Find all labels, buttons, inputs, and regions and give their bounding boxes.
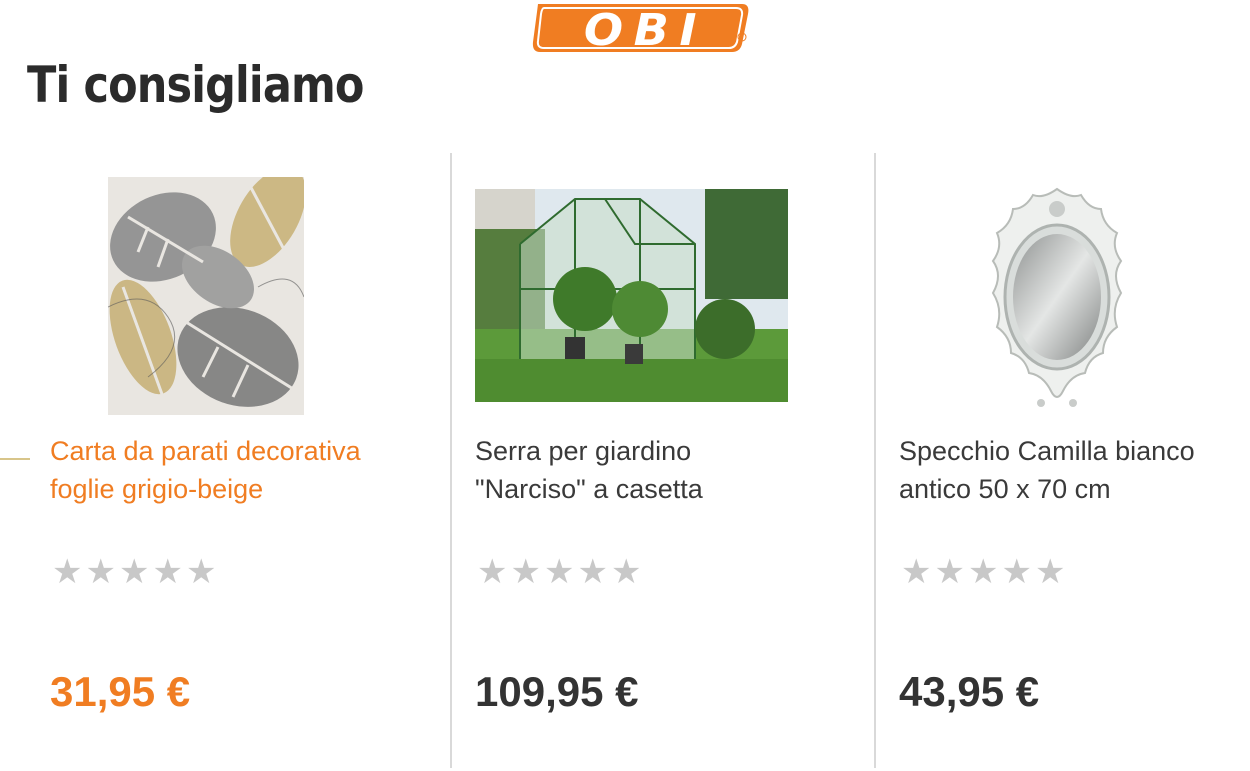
star-icon: ★ (510, 553, 541, 591)
divider (450, 153, 452, 768)
star-icon: ★ (152, 553, 183, 591)
star-icon: ★ (1001, 553, 1032, 591)
star-icon: ★ (934, 553, 965, 591)
star-icon: ★ (85, 553, 116, 591)
star-icon: ★ (610, 553, 642, 591)
ornate-mirror-image[interactable] (971, 185, 1143, 413)
rating-stars[interactable]: ★ ★ ★ ★ ★ (901, 555, 1065, 589)
obi-logo[interactable]: OBI (530, 2, 750, 54)
divider (874, 153, 876, 768)
divider (0, 458, 30, 460)
rating-stars[interactable]: ★ ★ ★ ★ ★ (52, 555, 216, 589)
product-price: 31,95 € (50, 668, 191, 715)
star-icon: ★ (901, 553, 932, 591)
star-icon: ★ (477, 553, 508, 591)
star-icon: ★ (185, 553, 217, 591)
product-card[interactable]: Specchio Camilla bianco antico 50 x 70 c… (899, 153, 1244, 768)
product-card[interactable]: Serra per giardino "Narciso" a casetta ★… (475, 153, 865, 768)
star-icon: ★ (543, 553, 575, 591)
star-icon: ★ (577, 553, 608, 591)
greenhouse-image[interactable] (475, 189, 788, 402)
product-title[interactable]: Serra per giardino "Narciso" a casetta (475, 432, 855, 508)
star-icon: ★ (118, 553, 150, 591)
star-icon: ★ (967, 553, 999, 591)
leaf-wallpaper-image[interactable] (108, 177, 304, 415)
product-price: 109,95 € (475, 668, 639, 715)
star-icon: ★ (52, 553, 83, 591)
svg-text:OBI: OBI (584, 4, 707, 54)
star-icon: ★ (1034, 553, 1066, 591)
product-price: 43,95 € (899, 668, 1040, 715)
product-title[interactable]: Specchio Camilla bianco antico 50 x 70 c… (899, 432, 1250, 508)
page-title: Ti consigliamo (27, 56, 364, 114)
product-title[interactable]: Carta da parati decorativa foglie grigio… (50, 432, 430, 508)
product-card[interactable]: Carta da parati decorativa foglie grigio… (50, 153, 440, 768)
rating-stars[interactable]: ★ ★ ★ ★ ★ (477, 555, 641, 589)
